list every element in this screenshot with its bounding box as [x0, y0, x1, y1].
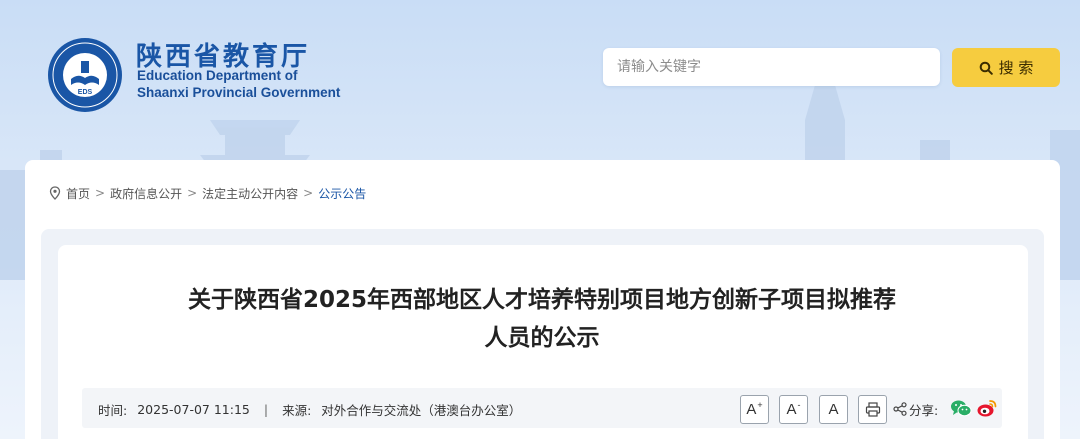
- breadcrumb-separator: >: [95, 186, 106, 200]
- search-button[interactable]: 搜 索: [952, 48, 1060, 87]
- breadcrumb-statutory-content[interactable]: 法定主动公开内容: [202, 185, 298, 202]
- article-title-line2: 人员的公示: [484, 325, 600, 351]
- breadcrumb-notices[interactable]: 公示公告: [318, 185, 366, 202]
- breadcrumb-separator: >: [303, 186, 314, 200]
- search-button-label: 搜 索: [998, 59, 1034, 77]
- wechat-icon[interactable]: [950, 399, 972, 418]
- site-title-en-line1: Education Department of: [137, 68, 298, 83]
- emblem-text: EDS: [78, 89, 93, 96]
- source-value: 对外合作与交流处（港澳台办公室）: [321, 403, 522, 418]
- article-title: 关于陕西省2025年西部地区人才培养特别项目地方创新子项目拟推荐 人员的公示: [100, 281, 984, 357]
- font-increase-label: A: [746, 401, 757, 418]
- department-emblem-icon[interactable]: EDS: [47, 37, 123, 113]
- font-increase-button[interactable]: A +: [740, 395, 769, 424]
- time-value: 2025-07-07 11:15: [137, 402, 250, 417]
- weibo-icon[interactable]: [976, 398, 998, 418]
- breadcrumb: 首页 > 政府信息公开 > 法定主动公开内容 > 公示公告: [49, 184, 366, 202]
- site-title-en-line2: Shaanxi Provincial Government: [137, 85, 341, 100]
- location-pin-icon: [49, 186, 61, 200]
- breadcrumb-home[interactable]: 首页: [66, 185, 90, 202]
- meta-divider: |: [263, 402, 269, 417]
- article-meta: 时间: 2025-07-07 11:15 | 来源: 对外合作与交流处（港澳台办…: [98, 400, 521, 419]
- search-icon: [979, 61, 993, 75]
- print-button[interactable]: [858, 395, 887, 424]
- font-decrease-label: A: [786, 401, 797, 418]
- share-label: 分享:: [909, 403, 939, 418]
- article-title-line1: 关于陕西省2025年西部地区人才培养特别项目地方创新子项目拟推荐: [187, 287, 896, 313]
- time-label: 时间:: [98, 403, 128, 418]
- increase-mark: +: [757, 399, 763, 410]
- site-header: EDS 陕西省教育厅 Education Department of Shaan…: [0, 0, 1080, 150]
- share-icon: [893, 402, 907, 416]
- breadcrumb-gov-info[interactable]: 政府信息公开: [110, 185, 182, 202]
- search-input[interactable]: [603, 48, 940, 86]
- decrease-mark: -: [797, 399, 801, 410]
- font-reset-label: A: [828, 401, 839, 418]
- printer-icon: [865, 402, 880, 417]
- source-label: 来源:: [282, 403, 312, 418]
- breadcrumb-separator: >: [187, 186, 198, 200]
- font-decrease-button[interactable]: A-: [779, 395, 808, 424]
- font-reset-button[interactable]: A: [819, 395, 848, 424]
